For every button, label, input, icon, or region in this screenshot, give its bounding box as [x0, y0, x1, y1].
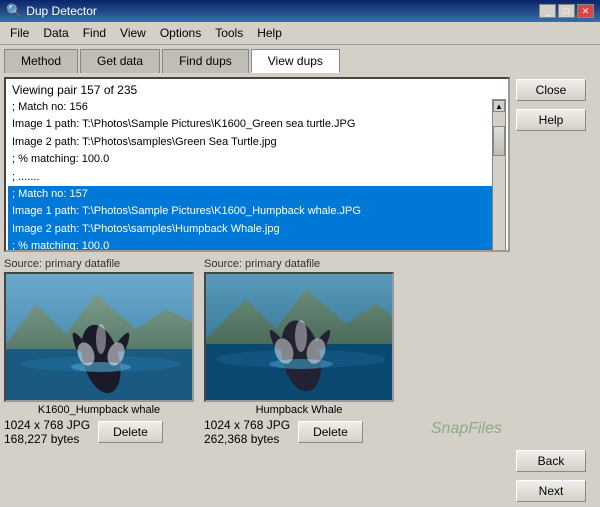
image2-frame: [204, 272, 394, 402]
whale-image-1: [6, 274, 194, 402]
menu-find[interactable]: Find: [77, 24, 112, 42]
tab-method[interactable]: Method: [4, 49, 78, 73]
list-item-selected[interactable]: Image 1 path: T:\Photos\Sample Pictures\…: [8, 203, 492, 220]
list-item-selected[interactable]: ; Match no: 157: [8, 186, 492, 203]
image1-source-label: Source: primary datafile: [4, 258, 194, 270]
tab-view-dups[interactable]: View dups: [251, 49, 340, 73]
menu-data[interactable]: Data: [37, 24, 74, 42]
image-box-2: Source: primary datafile: [204, 258, 394, 446]
list-item[interactable]: Image 1 path: T:\Photos\Sample Pictures\…: [8, 116, 492, 133]
image1-frame: [4, 272, 194, 402]
menu-bar: File Data Find View Options Tools Help: [0, 22, 600, 45]
list-item-selected[interactable]: Image 2 path: T:\Photos\samples\Humpback…: [8, 221, 492, 238]
image2-specs: 1024 x 768 JPG: [204, 418, 290, 432]
tab-find-dups[interactable]: Find dups: [162, 49, 249, 73]
window-close-button[interactable]: ✕: [577, 4, 594, 18]
tab-get-data[interactable]: Get data: [80, 49, 160, 73]
main-content: Viewing pair 157 of 235 ; Match no: 156 …: [0, 73, 600, 506]
next-button[interactable]: Next: [516, 480, 586, 502]
list-item[interactable]: Image 2 path: T:\Photos\samples\Green Se…: [8, 134, 492, 151]
image2-name: Humpback Whale: [204, 404, 394, 416]
title-bar: 🔍 Dup Detector _ □ ✕: [0, 0, 600, 22]
whale-image-2: [206, 274, 394, 402]
image1-bytes: 168,227 bytes: [4, 432, 90, 446]
listbox-inner: ; Match no: 156 Image 1 path: T:\Photos\…: [8, 99, 506, 252]
help-button[interactable]: Help: [516, 109, 586, 131]
right-panel: Close Help Back Next: [516, 77, 596, 502]
list-item[interactable]: ; Match no: 156: [8, 99, 492, 116]
menu-view[interactable]: View: [114, 24, 152, 42]
scrollbar-thumb[interactable]: [493, 126, 505, 156]
image2-info: 1024 x 768 JPG 262,368 bytes: [204, 418, 290, 446]
list-item[interactable]: ; .......: [8, 169, 492, 186]
minimize-button[interactable]: _: [539, 4, 556, 18]
menu-tools[interactable]: Tools: [209, 24, 249, 42]
close-button[interactable]: Close: [516, 79, 586, 101]
back-button[interactable]: Back: [516, 450, 586, 472]
tabs-row: Method Get data Find dups View dups: [0, 45, 600, 73]
snapfiles-watermark: SnapFiles: [431, 420, 502, 438]
image2-bytes: 262,368 bytes: [204, 432, 290, 446]
list-item[interactable]: ; % matching: 100.0: [8, 151, 492, 168]
images-row: Source: primary datafile: [4, 258, 510, 446]
listbox-container: Viewing pair 157 of 235 ; Match no: 156 …: [4, 77, 510, 252]
image1-info: 1024 x 768 JPG 168,227 bytes: [4, 418, 90, 446]
left-panel: Viewing pair 157 of 235 ; Match no: 156 …: [4, 77, 510, 502]
listbox-scrollbar[interactable]: ▲ ▼: [492, 99, 506, 252]
image1-bottom: 1024 x 768 JPG 168,227 bytes Delete: [4, 418, 194, 446]
app-icon: 🔍: [6, 3, 22, 19]
menu-file[interactable]: File: [4, 24, 35, 42]
app-title: Dup Detector: [26, 4, 97, 18]
image-box-1: Source: primary datafile: [4, 258, 194, 446]
maximize-button[interactable]: □: [558, 4, 575, 18]
menu-help[interactable]: Help: [251, 24, 288, 42]
menu-options[interactable]: Options: [154, 24, 207, 42]
image2-bottom: 1024 x 768 JPG 262,368 bytes Delete: [204, 418, 394, 446]
image1-name: K1600_Humpback whale: [4, 404, 194, 416]
image2-source-label: Source: primary datafile: [204, 258, 394, 270]
listbox-scroll-area[interactable]: ; Match no: 156 Image 1 path: T:\Photos\…: [8, 99, 492, 252]
image1-specs: 1024 x 768 JPG: [4, 418, 90, 432]
list-item-selected[interactable]: ; % matching: 100.0: [8, 238, 492, 252]
listbox-header: Viewing pair 157 of 235: [8, 81, 506, 99]
image2-delete-button[interactable]: Delete: [298, 421, 363, 443]
image1-delete-button[interactable]: Delete: [98, 421, 163, 443]
